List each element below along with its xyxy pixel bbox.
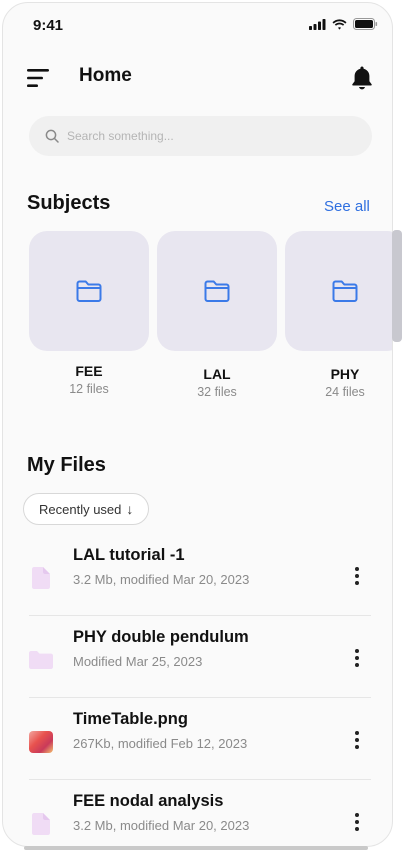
- more-options-icon[interactable]: [347, 646, 367, 670]
- file-row[interactable]: FEE nodal analysis 3.2 Mb, modified Mar …: [29, 780, 371, 846]
- file-name: PHY double pendulum: [73, 628, 249, 646]
- file-meta: Modified Mar 25, 2023: [73, 654, 203, 669]
- subject-card-lal[interactable]: LAL 32 files: [157, 231, 277, 399]
- phone-frame: 9:41 Home Search something... Subjects S…: [2, 2, 393, 847]
- subjects-carousel[interactable]: FEE 12 files LAL 32 files PHY 24 files: [29, 231, 392, 411]
- subjects-heading: Subjects: [27, 192, 111, 214]
- file-name: TimeTable.png: [73, 710, 188, 728]
- arrow-down-icon: ↓: [126, 501, 134, 517]
- subject-file-count: 12 files: [69, 382, 109, 396]
- file-row[interactable]: LAL tutorial -1 3.2 Mb, modified Mar 20,…: [29, 534, 371, 616]
- folder-icon: [29, 648, 53, 672]
- file-name: LAL tutorial -1: [73, 546, 185, 564]
- subject-file-count: 32 files: [197, 385, 237, 399]
- file-name: FEE nodal analysis: [73, 792, 224, 810]
- page-title: Home: [79, 65, 132, 86]
- battery-icon: [353, 18, 378, 30]
- subject-tile: [29, 231, 149, 351]
- my-files-heading: My Files: [27, 454, 106, 476]
- subject-name: PHY: [330, 366, 360, 382]
- file-meta: 3.2 Mb, modified Mar 20, 2023: [73, 818, 250, 833]
- subject-card-fee[interactable]: FEE 12 files: [29, 231, 149, 396]
- menu-button[interactable]: [27, 68, 51, 88]
- folder-icon: [332, 280, 358, 302]
- subject-file-count: 24 files: [325, 385, 365, 399]
- carousel-scrollbar[interactable]: [392, 230, 402, 342]
- status-time: 9:41: [33, 17, 64, 34]
- file-meta: 267Kb, modified Feb 12, 2023: [73, 736, 248, 751]
- search-input[interactable]: [67, 129, 337, 143]
- image-thumbnail: [29, 730, 53, 754]
- search-icon: [45, 129, 59, 143]
- sort-filter-button[interactable]: Recently used ↓: [23, 493, 150, 525]
- file-meta: 3.2 Mb, modified Mar 20, 2023: [73, 572, 250, 587]
- subject-card-phy[interactable]: PHY 24 files: [285, 231, 392, 399]
- more-options-icon[interactable]: [347, 810, 367, 834]
- file-row[interactable]: PHY double pendulum Modified Mar 25, 202…: [29, 616, 371, 698]
- file-icon: [29, 566, 53, 590]
- sort-filter-label: Recently used: [39, 501, 122, 517]
- file-row[interactable]: TimeTable.png 267Kb, modified Feb 12, 20…: [29, 698, 371, 780]
- hamburger-menu-icon: [27, 69, 49, 87]
- folder-icon: [204, 280, 230, 302]
- more-options-icon[interactable]: [347, 564, 367, 588]
- subject-name: FEE: [75, 363, 103, 379]
- see-all-link[interactable]: See all: [324, 198, 370, 215]
- home-indicator: [24, 846, 368, 850]
- subject-tile: [157, 231, 277, 351]
- status-icons: [309, 18, 378, 30]
- folder-icon: [76, 280, 102, 302]
- more-options-icon[interactable]: [347, 728, 367, 752]
- bell-icon: [352, 66, 372, 90]
- notifications-button[interactable]: [350, 65, 374, 91]
- subject-tile: [285, 231, 392, 351]
- wifi-icon: [332, 18, 347, 30]
- subject-name: LAL: [203, 366, 231, 382]
- file-icon: [29, 812, 53, 836]
- signal-icon: [309, 18, 326, 30]
- search-bar[interactable]: [29, 116, 372, 156]
